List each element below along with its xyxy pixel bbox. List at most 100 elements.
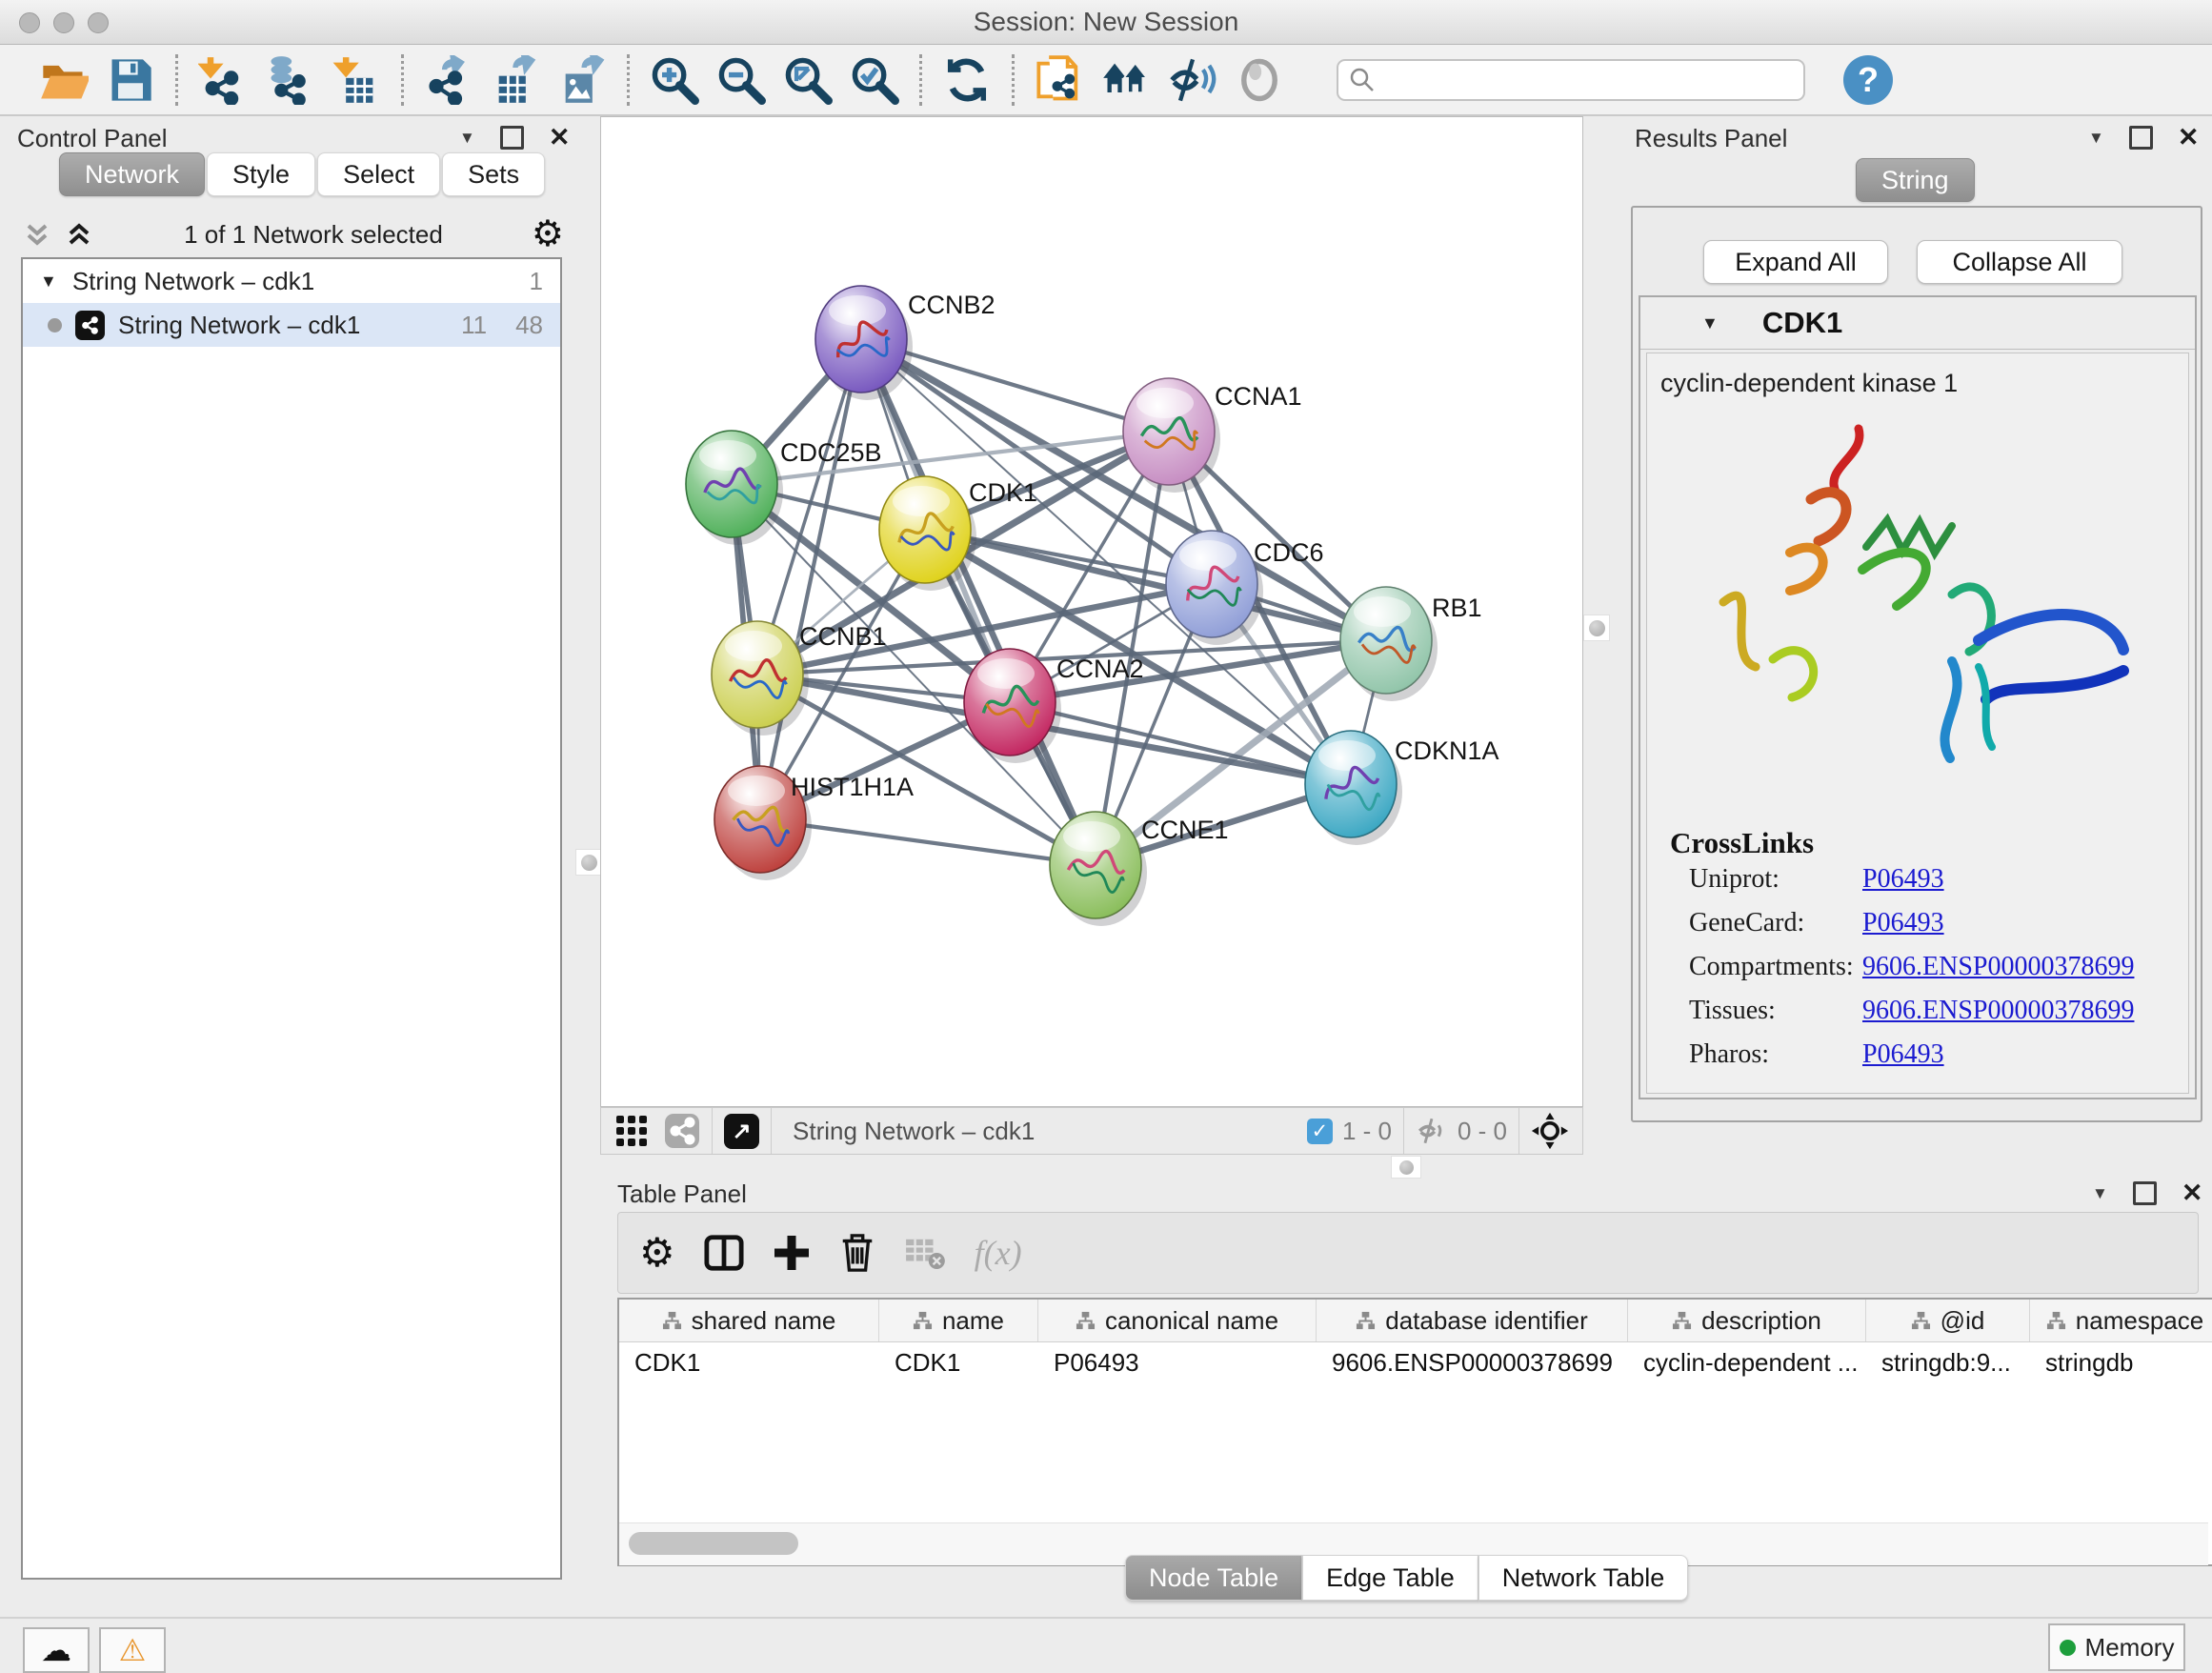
cloud-button[interactable]: ☁ [23, 1627, 90, 1673]
export-network-button[interactable] [422, 53, 475, 107]
table-cell[interactable]: cyclin-dependent ... [1628, 1342, 1866, 1382]
selected-checkbox-icon[interactable]: ✓ [1307, 1119, 1333, 1144]
network-collection-row[interactable]: ▼ String Network – cdk1 1 [23, 259, 560, 303]
open-session-button[interactable] [37, 53, 90, 107]
apply-layout-button[interactable] [940, 53, 994, 107]
toolbar-search[interactable] [1337, 59, 1805, 101]
export-image-button[interactable] [555, 53, 609, 107]
import-network-database-button[interactable] [263, 53, 316, 107]
crosslink-link[interactable]: 9606.ENSP00000378699 [1862, 996, 2134, 1039]
expand-all-networks-icon[interactable] [63, 218, 95, 251]
fit-selected-crosshair-icon[interactable] [1531, 1112, 1569, 1150]
node-CDK1[interactable]: CDK1 [879, 476, 1037, 591]
database-import-icon [265, 55, 314, 105]
zoom-selected-button[interactable] [848, 53, 901, 107]
node-label-CCNB2: CCNB2 [908, 291, 995, 319]
float-window-icon[interactable] [2133, 1181, 2157, 1205]
crosslink-label: GeneCard: [1689, 908, 1862, 952]
column-header-shared-name[interactable]: shared name [619, 1300, 879, 1341]
import-network-icon [198, 55, 248, 105]
float-window-icon[interactable] [500, 126, 524, 150]
search-input[interactable] [1377, 66, 1780, 94]
table-cell[interactable]: stringdb [2030, 1342, 2212, 1382]
node-CCNB1[interactable]: CCNB1 [712, 621, 887, 736]
expand-all-button[interactable]: Expand All [1703, 240, 1888, 284]
crosslink-link[interactable]: P06493 [1862, 908, 1944, 952]
tab-edge-table[interactable]: Edge Table [1302, 1555, 1478, 1601]
right-splitter-handle[interactable] [1583, 615, 1610, 641]
zoom-out-button[interactable] [714, 53, 768, 107]
column-header-description[interactable]: description [1628, 1300, 1866, 1341]
close-panel-icon[interactable]: ✕ [549, 129, 571, 147]
table-cell[interactable]: CDK1 [879, 1342, 1038, 1382]
collapse-all-button[interactable]: Collapse All [1917, 240, 2122, 284]
table-row[interactable]: CDK1CDK1P064939606.ENSP00000378699cyclin… [619, 1342, 2212, 1382]
warnings-button[interactable]: ⚠ [99, 1627, 166, 1673]
close-panel-icon[interactable]: ✕ [2178, 129, 2200, 147]
export-image-icon [557, 55, 607, 105]
node-HIST1H1A[interactable]: HIST1H1A [714, 766, 914, 880]
import-table-file-button[interactable] [330, 53, 383, 107]
horizontal-splitter-handle[interactable] [1391, 1156, 1421, 1179]
tab-sets[interactable]: Sets [442, 152, 545, 196]
zoom-fit-button[interactable] [781, 53, 835, 107]
tab-string[interactable]: String [1856, 158, 1975, 202]
column-header-database-identifier[interactable]: database identifier [1317, 1300, 1628, 1341]
tab-select[interactable]: Select [317, 152, 440, 196]
export-table-button[interactable] [489, 53, 542, 107]
float-menu-icon[interactable]: ▼ [459, 129, 475, 148]
show-all-button[interactable] [1233, 53, 1286, 107]
table-options-gear-icon[interactable]: ⚙ [639, 1235, 675, 1271]
zoom-in-button[interactable] [648, 53, 701, 107]
tab-network-table[interactable]: Network Table [1478, 1555, 1689, 1601]
float-window-icon[interactable] [2129, 126, 2153, 150]
network-item-row[interactable]: String Network – cdk1 11 48 [23, 303, 560, 347]
save-session-button[interactable] [104, 53, 157, 107]
help-button[interactable]: ? [1843, 55, 1893, 105]
edge-CCNB2-HIST1H1A[interactable] [760, 339, 861, 819]
float-menu-icon[interactable]: ▼ [2088, 129, 2104, 148]
crosslink-link[interactable]: 9606.ENSP00000378699 [1862, 952, 2134, 996]
column-header-canonical-name[interactable]: canonical name [1038, 1300, 1317, 1341]
netbar-separator [1403, 1108, 1404, 1154]
table-cell[interactable]: P06493 [1038, 1342, 1317, 1382]
crosslink-row: Tissues:9606.ENSP00000378699 [1689, 996, 2175, 1039]
add-column-icon[interactable] [773, 1234, 811, 1272]
table-cell[interactable]: CDK1 [619, 1342, 879, 1382]
show-columns-icon[interactable] [704, 1233, 744, 1273]
grid-view-icon[interactable] [614, 1114, 649, 1148]
birdseye-view-icon[interactable]: ↗ [724, 1114, 759, 1149]
network-share-view-icon[interactable] [664, 1113, 700, 1149]
table-cell[interactable]: stringdb:9... [1866, 1342, 2030, 1382]
node-CDKN1A[interactable]: CDKN1A [1305, 731, 1499, 845]
collapse-all-networks-icon[interactable] [21, 218, 53, 251]
crosslink-link[interactable]: P06493 [1862, 864, 1944, 908]
function-builder-icon[interactable]: f(x) [975, 1233, 1022, 1273]
column-header-namespace[interactable]: namespace [2030, 1300, 2212, 1341]
entry-header[interactable]: ▼ CDK1 [1640, 297, 2195, 350]
crosslink-link[interactable]: P06493 [1862, 1039, 1944, 1083]
network-canvas[interactable]: CCNB2CCNA1CDC25BCDK1CDC6RB1CCNB1CCNA2CDK… [600, 116, 1583, 1107]
float-menu-icon[interactable]: ▼ [2092, 1184, 2108, 1203]
first-neighbors-button[interactable] [1099, 53, 1153, 107]
new-network-from-selection-button[interactable] [1033, 53, 1086, 107]
column-header-name[interactable]: name [879, 1300, 1038, 1341]
tab-node-table[interactable]: Node Table [1125, 1555, 1302, 1601]
collection-expand-icon[interactable]: ▼ [40, 272, 57, 292]
memory-button[interactable]: Memory [2048, 1623, 2185, 1671]
tab-network[interactable]: Network [59, 152, 205, 196]
node-RB1[interactable]: RB1 [1340, 587, 1482, 701]
import-network-file-button[interactable] [196, 53, 250, 107]
left-splitter-handle[interactable] [575, 849, 602, 876]
entry-expand-icon[interactable]: ▼ [1701, 313, 1719, 333]
close-panel-icon[interactable]: ✕ [2182, 1184, 2203, 1202]
table-cell[interactable]: 9606.ENSP00000378699 [1317, 1342, 1628, 1382]
node-CCNB2[interactable]: CCNB2 [815, 286, 995, 400]
import-table-icon [332, 55, 381, 105]
scrollbar-thumb[interactable] [629, 1532, 798, 1555]
network-options-gear-icon[interactable]: ⚙ [532, 216, 564, 252]
tab-style[interactable]: Style [207, 152, 315, 196]
delete-column-trash-icon[interactable] [839, 1233, 875, 1273]
hide-selected-button[interactable] [1166, 53, 1219, 107]
column-header--id[interactable]: @id [1866, 1300, 2030, 1341]
